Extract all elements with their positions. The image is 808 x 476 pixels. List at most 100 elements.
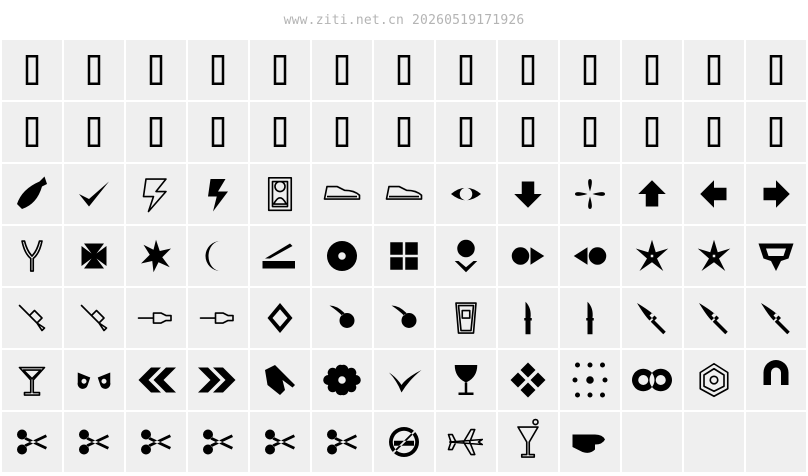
glyph-cell xyxy=(436,102,496,162)
drink-glass-icon xyxy=(455,302,477,334)
cocktail-glass-icon xyxy=(517,418,539,458)
arrow-right-icon xyxy=(763,180,790,208)
no-smoking-icon xyxy=(389,427,419,457)
circle-arrow-left-icon xyxy=(573,247,607,265)
missing-glyph-box xyxy=(397,55,411,85)
glyph-cell xyxy=(250,412,310,472)
glyph-cell xyxy=(374,288,434,348)
wine-glass-icon xyxy=(454,365,478,395)
scissors-icon xyxy=(141,429,171,455)
bomb-icon xyxy=(17,176,47,209)
glyph-cell xyxy=(374,164,434,224)
missing-glyph-box xyxy=(707,117,721,147)
crescent-moon-icon xyxy=(205,241,221,271)
glyph-cell xyxy=(560,164,620,224)
horseshoe-magnet-icon xyxy=(763,360,789,385)
glyph-cell xyxy=(312,226,372,286)
glyph-cell xyxy=(498,102,558,162)
glyph-cell xyxy=(436,350,496,410)
glyph-cell xyxy=(560,288,620,348)
glyph-cell xyxy=(64,40,124,100)
slingshot-icon xyxy=(21,240,43,272)
glyph-cell xyxy=(2,164,62,224)
arrow-down-icon xyxy=(514,181,542,208)
glyph-cell xyxy=(436,226,496,286)
glyph-cell xyxy=(560,102,620,162)
arrow-left-icon xyxy=(700,180,727,208)
glyph-cell xyxy=(126,412,186,472)
glyph-cell xyxy=(2,226,62,286)
glyph-cell xyxy=(250,226,310,286)
missing-glyph-box xyxy=(273,55,287,85)
glyph-cell xyxy=(436,164,496,224)
glyph-cell xyxy=(560,40,620,100)
ornament-badge-icon xyxy=(758,243,794,271)
razor-icon xyxy=(262,243,295,269)
glyph-cell xyxy=(622,350,682,410)
missing-glyph-box xyxy=(459,55,473,85)
flower-icon xyxy=(323,364,361,396)
missing-glyph-box xyxy=(335,117,349,147)
glyph-cell xyxy=(126,226,186,286)
glyph-cell xyxy=(684,40,744,100)
glyph-cell xyxy=(498,40,558,100)
pointing-finger-icon xyxy=(572,434,605,453)
four-petal-icon xyxy=(575,179,605,209)
glyph-cell xyxy=(436,412,496,472)
glyph-cell xyxy=(250,102,310,162)
glyph-cell xyxy=(498,164,558,224)
glyph-cell xyxy=(374,102,434,162)
glyph-cell xyxy=(64,226,124,286)
shuriken-star-icon xyxy=(635,239,669,271)
missing-glyph-box xyxy=(211,55,225,85)
empty-cell xyxy=(684,412,744,472)
glyph-cell xyxy=(684,102,744,162)
shoe-outline-icon xyxy=(323,185,361,200)
site-watermark: www.ziti.net.cn 20260519171926 xyxy=(283,12,525,28)
glyph-cell xyxy=(250,164,310,224)
missing-glyph-box xyxy=(273,117,287,147)
missing-glyph-box xyxy=(459,117,473,147)
glyph-cell xyxy=(436,40,496,100)
diamond-cluster-icon xyxy=(510,362,546,398)
missing-glyph-box xyxy=(521,55,535,85)
glyph-cell xyxy=(622,226,682,286)
glyph-cell xyxy=(64,350,124,410)
glyph-cell xyxy=(436,288,496,348)
glyph-cell xyxy=(2,102,62,162)
glyph-cell xyxy=(746,288,806,348)
missing-glyph-box xyxy=(769,55,783,85)
pushpin-side-icon xyxy=(199,312,234,324)
scissors-icon xyxy=(79,429,109,455)
glyph-cell xyxy=(188,164,248,224)
knife-vertical-icon xyxy=(586,301,594,335)
pushpin-side-icon xyxy=(137,312,172,324)
glyph-cell xyxy=(2,350,62,410)
glyph-cell xyxy=(622,102,682,162)
glyph-cell xyxy=(622,40,682,100)
framed-portrait-icon xyxy=(267,176,293,212)
glyph-cell xyxy=(188,226,248,286)
glyph-cell xyxy=(684,164,744,224)
glyph-cell xyxy=(374,226,434,286)
glyph-cell xyxy=(188,102,248,162)
starburst-icon xyxy=(141,239,171,273)
missing-glyph-box xyxy=(149,117,163,147)
missing-glyph-box xyxy=(583,117,597,147)
scissors-icon xyxy=(203,429,233,455)
glyph-cell xyxy=(250,288,310,348)
missing-glyph-box xyxy=(397,117,411,147)
pointing-hand-icon xyxy=(265,365,295,395)
glyph-cell xyxy=(374,350,434,410)
missing-glyph-box xyxy=(211,117,225,147)
glyph-cell xyxy=(560,350,620,410)
empty-cell xyxy=(622,412,682,472)
glyph-cell xyxy=(64,164,124,224)
glyph-cell xyxy=(498,288,558,348)
glyph-cell xyxy=(312,412,372,472)
glyph-cell xyxy=(126,288,186,348)
shoe-outline-icon xyxy=(385,185,423,200)
atom-dots-icon xyxy=(572,362,608,398)
glyph-cell xyxy=(312,350,372,410)
angry-eyes-icon xyxy=(77,372,111,389)
